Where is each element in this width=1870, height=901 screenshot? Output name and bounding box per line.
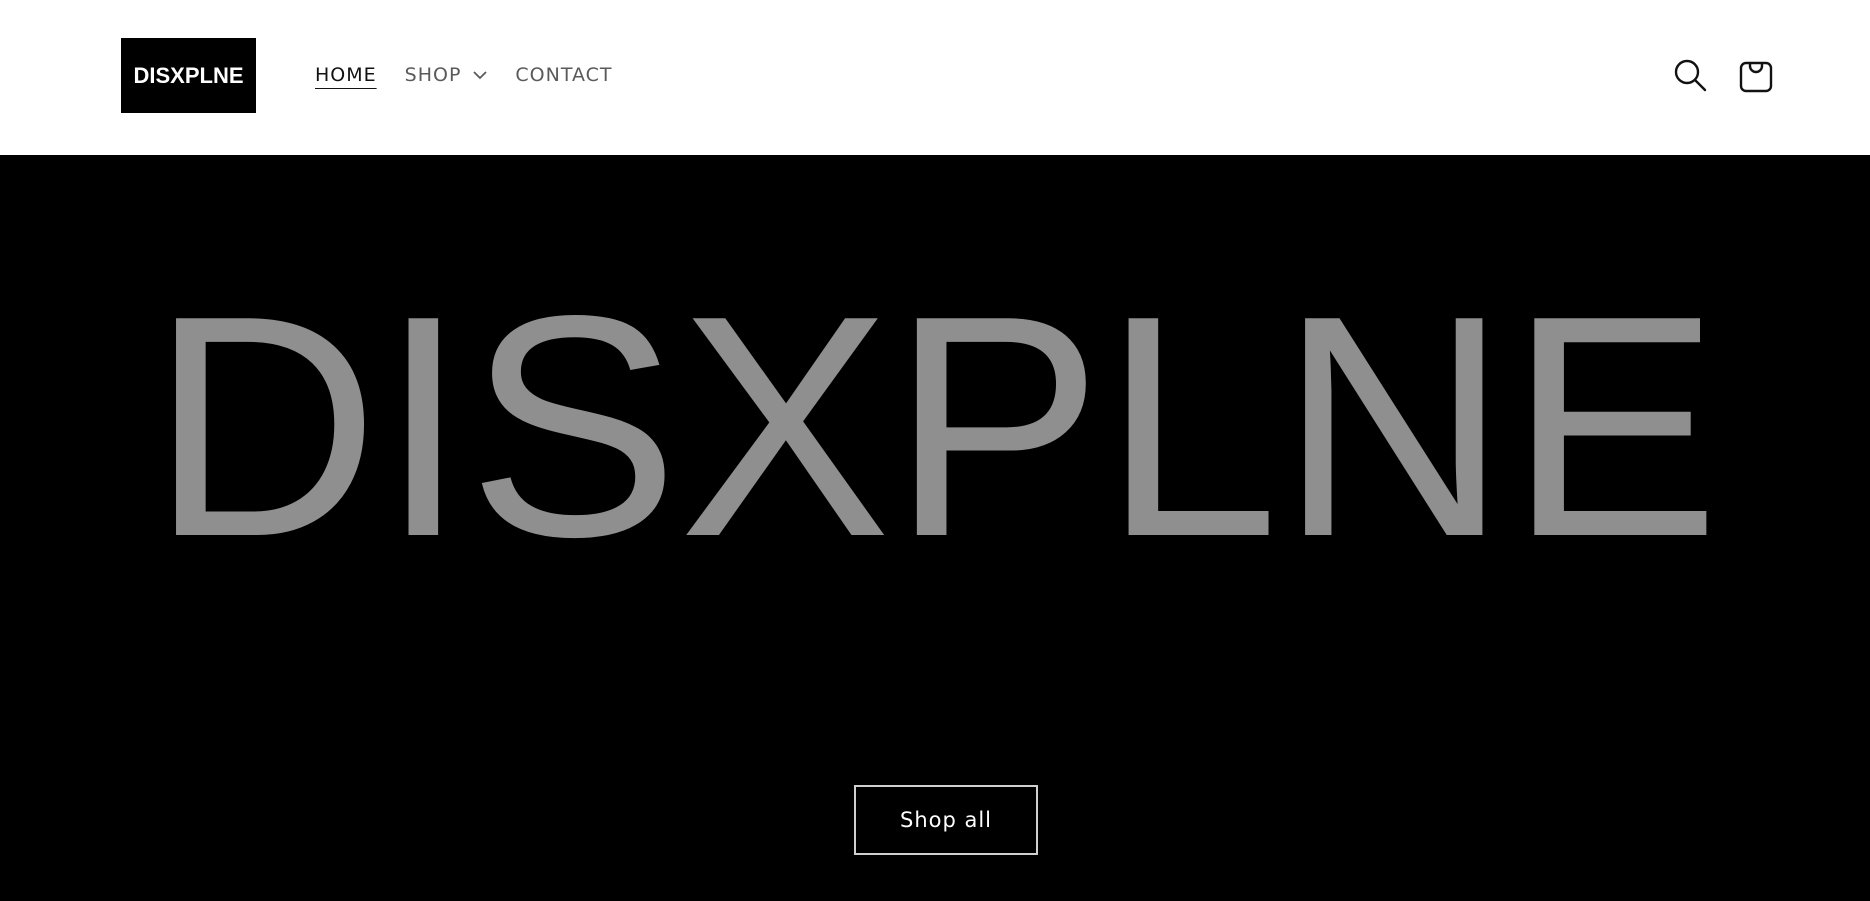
hero-brand-text: DISXPLNE [150,295,1720,555]
hero-brand-wordmark: DISXPLNE [150,250,1720,602]
cart-button[interactable] [1731,50,1781,100]
hero-brand-svg: DISXPLNE [150,250,1720,602]
search-icon [1674,59,1707,92]
nav-item-home-label: HOME [315,64,377,86]
nav-item-shop[interactable]: SHOP [405,58,488,92]
nav-item-home[interactable]: HOME [315,58,377,92]
cart-icon [1739,61,1773,93]
nav-item-contact[interactable]: CONTACT [515,58,612,92]
logo-text: DISXPLNE [133,62,244,88]
main-nav: HOME SHOP CONTACT [315,58,641,92]
shop-all-button[interactable]: Shop all [854,785,1038,855]
nav-item-contact-label: CONTACT [515,64,613,86]
logo[interactable]: DISXPLNE [121,38,256,113]
chevron-down-icon [473,71,488,80]
search-button[interactable] [1665,50,1715,100]
site-header: DISXPLNE HOME SHOP CONTACT [0,0,1870,155]
nav-item-shop-label: SHOP [404,64,462,86]
hero-banner: DISXPLNE Shop all [0,155,1870,901]
shop-all-label: Shop all [899,808,993,832]
